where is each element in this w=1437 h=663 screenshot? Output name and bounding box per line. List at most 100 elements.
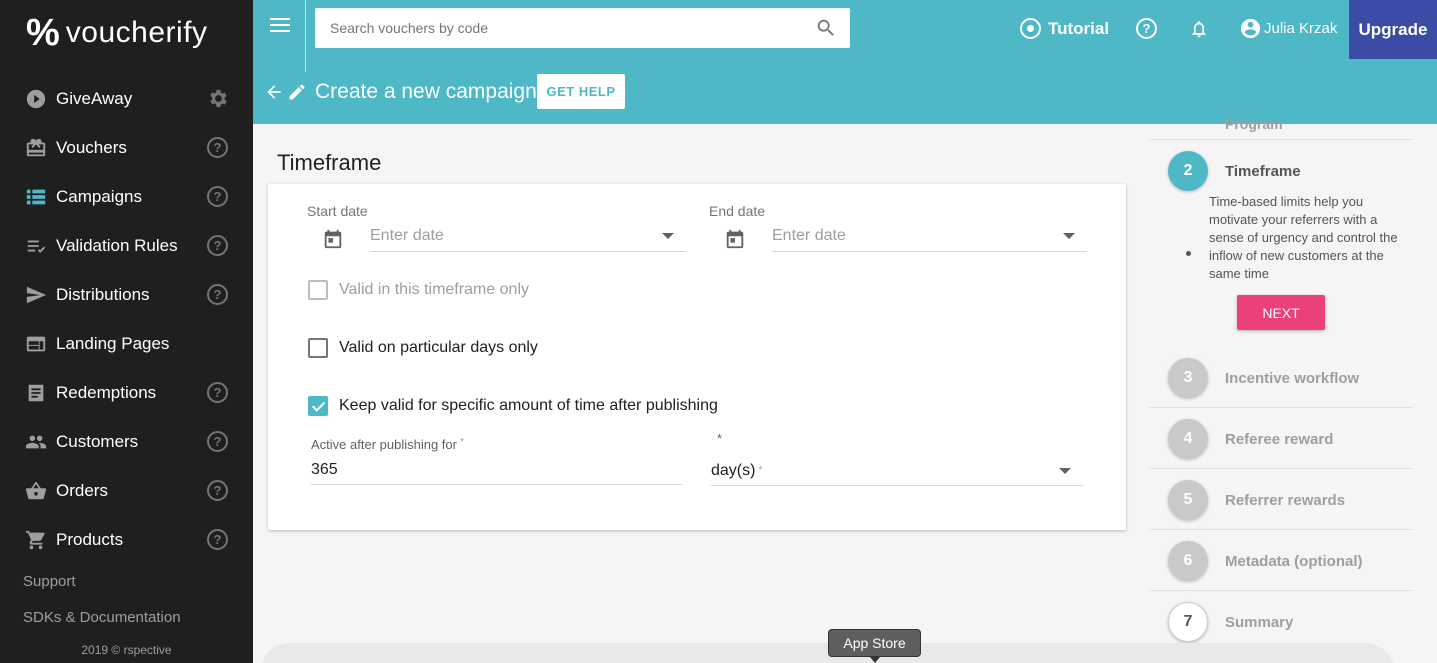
step-6-name: Metadata (optional) <box>1225 553 1363 570</box>
sidebar-item-redemptions[interactable]: Redemptions ? <box>0 368 253 417</box>
sidebar-item-label: Landing Pages <box>56 333 170 353</box>
unit-required-mark: * <box>717 431 723 446</box>
step-1-name[interactable]: Program <box>1225 116 1283 132</box>
help-icon[interactable]: ? <box>207 480 228 501</box>
user-name: Julia Krzak <box>1264 20 1338 37</box>
sidebar-item-customers[interactable]: Customers ? <box>0 417 253 466</box>
sidebar-item-products[interactable]: Products ? <box>0 515 253 564</box>
step-2-number[interactable]: 2 <box>1168 151 1208 191</box>
search-input[interactable] <box>330 20 810 36</box>
end-date-input[interactable]: Enter date <box>772 220 1087 252</box>
step-3[interactable]: 3 Incentive workflow <box>1149 347 1413 408</box>
logo-mark: % <box>26 12 60 54</box>
help-icon[interactable]: ? <box>207 137 228 158</box>
sidebar-item-giveaway[interactable]: GiveAway <box>0 74 253 123</box>
tutorial-label: Tutorial <box>1048 18 1110 38</box>
step-3-number: 3 <box>1168 358 1208 398</box>
start-date-label: Start date <box>307 203 368 219</box>
step-3-name: Incentive workflow <box>1225 370 1360 387</box>
pencil-icon[interactable] <box>287 82 307 107</box>
sidebar-item-label: GiveAway <box>56 88 133 108</box>
search-icon[interactable] <box>815 17 837 44</box>
dropdown-arrow-icon <box>662 233 674 239</box>
sidebar: % voucherify GiveAway Vouchers ? Campaig… <box>0 0 253 663</box>
step-5[interactable]: 5 Referrer rewards <box>1149 469 1413 530</box>
keep-valid-row: Keep valid for specific amount of time a… <box>308 396 718 416</box>
valid-days-checkbox[interactable] <box>308 338 328 358</box>
sidebar-item-label: Distributions <box>56 284 150 304</box>
active-after-value: 365 <box>311 460 338 478</box>
end-date-placeholder: Enter date <box>772 226 846 244</box>
active-after-input[interactable]: 365 <box>311 455 682 485</box>
step-6-number: 6 <box>1168 541 1208 581</box>
valid-timeframe-label: Valid in this timeframe only <box>339 281 529 298</box>
help-icon[interactable]: ? <box>207 431 228 452</box>
header: Tutorial ? Julia Krzak Upgrade Create a … <box>253 0 1437 124</box>
step-4[interactable]: 4 Referee reward <box>1149 408 1413 469</box>
play-circle-icon <box>25 88 47 110</box>
dropdown-arrow-icon <box>1063 233 1075 239</box>
time-unit-value: day(s) <box>711 461 756 479</box>
help-icon[interactable]: ? <box>207 235 228 256</box>
sidebar-item-campaigns[interactable]: Campaigns ? <box>0 172 253 221</box>
required-mark: * <box>758 465 763 476</box>
step-5-name: Referrer rewards <box>1225 492 1346 509</box>
user-menu[interactable]: Julia Krzak <box>1239 17 1337 40</box>
compass-icon <box>1020 18 1041 39</box>
time-unit-select[interactable]: day(s) * <box>711 456 1083 486</box>
get-help-button[interactable]: GET HELP <box>537 74 625 109</box>
sidebar-item-orders[interactable]: Orders ? <box>0 466 253 515</box>
valid-timeframe-row: Valid in this timeframe only <box>308 280 529 300</box>
help-icon[interactable]: ? <box>207 186 228 207</box>
rules-icon <box>25 235 47 257</box>
back-arrow-icon[interactable] <box>264 82 284 107</box>
sidebar-item-label: Campaigns <box>56 186 142 206</box>
app-store-tooltip[interactable]: App Store <box>828 629 921 663</box>
gear-icon[interactable] <box>206 87 229 115</box>
sidebar-nav: GiveAway Vouchers ? Campaigns ? Validati… <box>0 74 253 564</box>
sidebar-item-vouchers[interactable]: Vouchers ? <box>0 123 253 172</box>
start-date-input[interactable]: Enter date <box>370 220 686 252</box>
dropdown-arrow-icon <box>1059 468 1071 474</box>
web-icon <box>25 333 47 355</box>
menu-icon[interactable] <box>270 18 290 38</box>
step-2-name[interactable]: Timeframe <box>1225 163 1301 180</box>
next-button[interactable]: NEXT <box>1237 295 1325 330</box>
active-after-label: Active after publishing for * <box>311 437 464 452</box>
help-icon[interactable]: ? <box>207 529 228 550</box>
help-icon[interactable]: ? <box>1136 18 1157 39</box>
sidebar-item-label: Customers <box>56 431 139 451</box>
calendar-icon[interactable] <box>724 228 746 255</box>
gift-card-icon <box>25 137 47 159</box>
upgrade-button[interactable]: Upgrade <box>1349 0 1437 59</box>
start-date-placeholder: Enter date <box>370 226 444 244</box>
sidebar-item-label: Vouchers <box>56 137 127 157</box>
sidebar-item-landing-pages[interactable]: Landing Pages <box>0 319 253 368</box>
step-6[interactable]: 6 Metadata (optional) <box>1149 530 1413 591</box>
step-7-number: 7 <box>1168 602 1208 642</box>
logo[interactable]: % voucherify <box>26 14 208 52</box>
help-icon[interactable]: ? <box>207 382 228 403</box>
tutorial-button[interactable]: Tutorial <box>1020 18 1109 39</box>
sidebar-item-validation-rules[interactable]: Validation Rules ? <box>0 221 253 270</box>
support-link[interactable]: Support <box>23 573 76 590</box>
sdks-documentation-link[interactable]: SDKs & Documentation <box>23 609 181 626</box>
account-icon <box>1240 18 1261 39</box>
sidebar-item-label: Orders <box>56 480 108 500</box>
sidebar-item-label: Products <box>56 529 124 549</box>
bell-icon[interactable] <box>1189 18 1209 45</box>
calendar-icon[interactable] <box>322 228 344 255</box>
divider <box>305 0 306 72</box>
help-icon[interactable]: ? <box>207 284 228 305</box>
required-mark: * <box>459 437 464 448</box>
end-date-label: End date <box>709 203 766 219</box>
list-icon <box>25 186 47 208</box>
sidebar-item-distributions[interactable]: Distributions ? <box>0 270 253 319</box>
valid-timeframe-checkbox[interactable] <box>308 280 328 300</box>
step-4-number: 4 <box>1168 419 1208 459</box>
step-2-description: Time-based limits help you motivate your… <box>1209 194 1398 281</box>
cart-icon <box>25 529 47 551</box>
step-5-number: 5 <box>1168 480 1208 520</box>
keep-valid-checkbox[interactable] <box>308 396 328 416</box>
receipt-icon <box>25 382 47 404</box>
